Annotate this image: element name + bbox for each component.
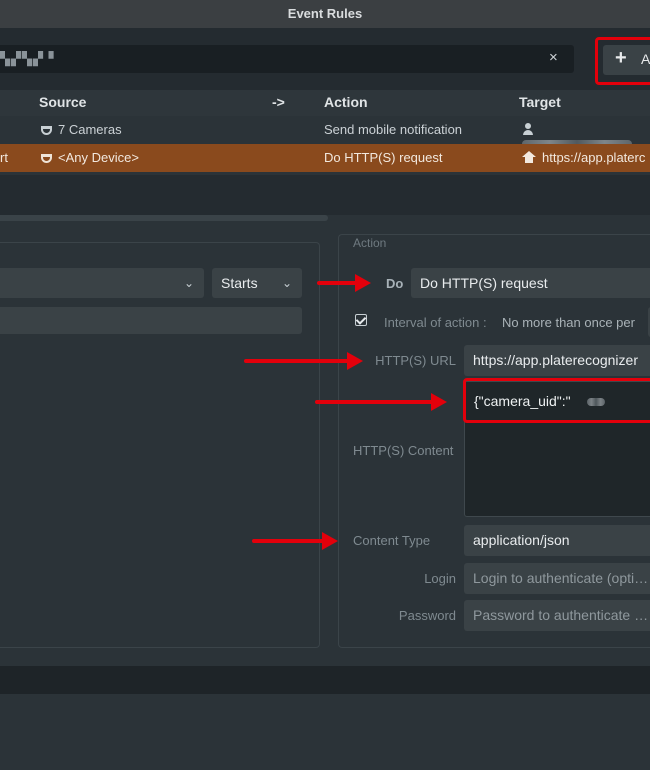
- row-target-label: https://app.platerc: [542, 150, 646, 165]
- interval-checkbox[interactable]: [355, 314, 367, 326]
- horizontal-scrollbar[interactable]: [0, 215, 328, 221]
- action-panel-title: Action: [353, 236, 387, 250]
- panel-gap: [0, 175, 650, 215]
- highlight-box-content: [463, 378, 650, 423]
- row-source: <Any Device>: [41, 150, 139, 165]
- header-action[interactable]: Action: [324, 94, 368, 110]
- clear-search-icon[interactable]: ×: [549, 49, 558, 66]
- window-title: Event Rules: [287, 6, 363, 21]
- camera-icon: [41, 126, 52, 135]
- header-source[interactable]: Source: [39, 94, 86, 110]
- login-input[interactable]: Login to authenticate (opti…: [464, 563, 650, 594]
- table-row[interactable]: 7 Cameras Send mobile notification: [0, 116, 650, 148]
- annotation-arrow-do: [317, 274, 371, 292]
- do-label: Do: [386, 276, 404, 291]
- password-placeholder: Password to authenticate …: [473, 607, 649, 623]
- interval-label: Interval of action :: [384, 315, 487, 330]
- title-bar: Event Rules: [0, 0, 650, 29]
- table-header: Source -> Action Target: [0, 90, 650, 116]
- annotation-arrow-content: [315, 393, 447, 411]
- content-type-label: Content Type: [353, 533, 431, 548]
- home-icon: [522, 151, 536, 163]
- row-source-label: <Any Device>: [58, 150, 139, 165]
- bottom-bar: [0, 666, 650, 694]
- content-type-value: application/json: [473, 532, 570, 548]
- login-placeholder: Login to authenticate (opti…: [473, 570, 649, 586]
- row-lead: rt: [0, 150, 8, 165]
- event-state-value: Starts: [221, 275, 258, 291]
- event-device-field[interactable]: [0, 307, 302, 334]
- login-label: Login: [424, 571, 456, 586]
- search-value: ▚▞▚▞ ▘: [0, 51, 60, 66]
- event-type-select[interactable]: ⌄: [0, 268, 204, 298]
- event-panel: [0, 242, 320, 648]
- password-input[interactable]: Password to authenticate …: [464, 600, 650, 631]
- bottom-area: [0, 694, 650, 770]
- url-label: HTTP(S) URL: [375, 353, 456, 368]
- header-target[interactable]: Target: [519, 94, 561, 110]
- row-source-label: 7 Cameras: [58, 122, 122, 137]
- password-label: Password: [398, 608, 456, 623]
- row-action: Do HTTP(S) request: [324, 150, 443, 165]
- action-type-select[interactable]: Do HTTP(S) request: [411, 268, 650, 298]
- interval-value: No more than once per: [502, 315, 635, 330]
- highlight-box-add: [595, 37, 650, 85]
- camera-icon: [41, 154, 52, 163]
- chevron-down-icon: ⌄: [184, 276, 195, 290]
- user-icon: [522, 123, 534, 135]
- url-value: https://app.platerecognizer: [473, 352, 638, 368]
- url-input[interactable]: https://app.platerecognizer: [464, 345, 650, 376]
- search-input[interactable]: ▚▞▚▞ ▘ ×: [0, 45, 574, 73]
- row-source: 7 Cameras: [41, 122, 122, 137]
- table-row-selected[interactable]: rt <Any Device> Do HTTP(S) request https…: [0, 144, 650, 172]
- row-action: Send mobile notification: [324, 122, 463, 137]
- event-state-select[interactable]: Starts ⌄: [212, 268, 302, 298]
- content-type-input[interactable]: application/json: [464, 525, 650, 556]
- annotation-arrow-url: [244, 352, 363, 370]
- row-target: https://app.platerc: [522, 150, 645, 165]
- header-arrow: ->: [272, 94, 285, 110]
- action-type-value: Do HTTP(S) request: [420, 275, 548, 291]
- content-label: HTTP(S) Content: [353, 443, 454, 458]
- chevron-down-icon: ⌄: [282, 276, 293, 290]
- annotation-arrow-content-type: [252, 532, 338, 550]
